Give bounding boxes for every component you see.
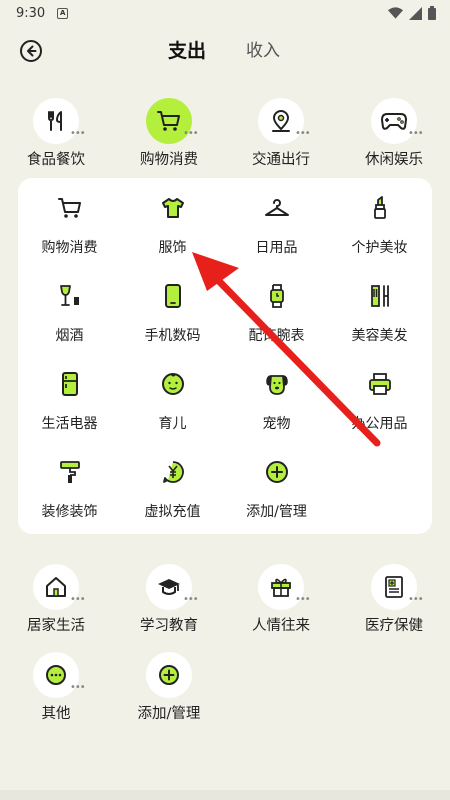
category-food[interactable]: ••• 食品餐饮 bbox=[0, 98, 112, 178]
subcategory-label: 美容美发 bbox=[351, 328, 408, 344]
category-leisure[interactable]: ••• 休闲娱乐 bbox=[338, 98, 450, 178]
back-arrow-icon bbox=[20, 40, 42, 62]
more-dots: ••• bbox=[183, 594, 199, 605]
subcategory-label: 服饰 bbox=[158, 240, 187, 256]
subcategory-item[interactable]: 日用品 bbox=[225, 178, 328, 266]
more-dots: ••• bbox=[408, 128, 424, 139]
subcategory-item[interactable]: 育儿 bbox=[121, 354, 224, 442]
subcategory-panel: 购物消费 服饰 日用品 个护美妆 烟酒 手机数码 配饰腕表 美容美发 生活电器 … bbox=[18, 178, 432, 534]
category-education[interactable]: ••• 学习教育 bbox=[113, 564, 225, 644]
category-label: 其他 bbox=[41, 706, 71, 722]
subcategory-label: 手机数码 bbox=[144, 328, 201, 344]
subcategory-label: 日用品 bbox=[255, 240, 298, 256]
comb-icon bbox=[371, 285, 389, 307]
category-social[interactable]: ••• 人情往来 bbox=[225, 564, 337, 644]
subcategory-item[interactable]: 虚拟充值 bbox=[121, 442, 224, 530]
category-label: 学习教育 bbox=[140, 618, 198, 634]
subcategory-item[interactable]: 烟酒 bbox=[18, 266, 121, 354]
subcategory-add-manage[interactable]: 添加/管理 bbox=[225, 442, 328, 530]
subcategory-label: 烟酒 bbox=[55, 328, 84, 344]
more-dots: ••• bbox=[70, 594, 86, 605]
printer-icon bbox=[369, 373, 391, 395]
house-icon bbox=[46, 577, 66, 597]
subcategory-item[interactable]: 购物消费 bbox=[18, 178, 121, 266]
subcategory-item[interactable]: 办公用品 bbox=[328, 354, 431, 442]
more-dots: ••• bbox=[295, 128, 311, 139]
subcategory-label: 装修装饰 bbox=[41, 504, 98, 520]
more-dots: ••• bbox=[183, 128, 199, 139]
category-label: 人情往来 bbox=[252, 618, 310, 634]
medical-record-icon bbox=[385, 576, 403, 598]
more-icon bbox=[46, 665, 66, 685]
location-icon bbox=[272, 110, 290, 132]
lipstick-icon bbox=[374, 196, 386, 219]
more-dots: ••• bbox=[70, 682, 86, 693]
category-label: 医疗保健 bbox=[365, 618, 423, 634]
category-label: 购物消费 bbox=[140, 152, 198, 168]
status-time: 9:30 bbox=[16, 5, 46, 21]
category-transport[interactable]: ••• 交通出行 bbox=[225, 98, 337, 178]
back-button[interactable] bbox=[18, 38, 44, 64]
dog-icon bbox=[266, 375, 288, 395]
category-label: 食品餐饮 bbox=[27, 152, 85, 168]
subcategory-label: 配饰腕表 bbox=[248, 328, 305, 344]
cart-icon bbox=[58, 198, 81, 218]
fridge-icon bbox=[62, 372, 78, 396]
hanger-icon bbox=[265, 199, 289, 216]
tshirt-icon bbox=[162, 198, 184, 218]
battery-icon bbox=[428, 6, 436, 20]
more-dots: ••• bbox=[408, 594, 424, 605]
subcategory-label: 宠物 bbox=[262, 416, 291, 432]
subcategory-item[interactable]: 美容美发 bbox=[328, 266, 431, 354]
subcategory-label: 办公用品 bbox=[351, 416, 408, 432]
paint-roller-icon bbox=[60, 461, 80, 483]
signal-icon bbox=[409, 6, 422, 20]
category-home[interactable]: ••• 居家生活 bbox=[0, 564, 112, 644]
subcategory-item[interactable]: 个护美妆 bbox=[328, 178, 431, 266]
header: 支出 收入 bbox=[0, 30, 450, 74]
category-shopping[interactable]: ••• 购物消费 bbox=[113, 98, 225, 178]
subcategory-item[interactable]: 宠物 bbox=[225, 354, 328, 442]
plus-circle-icon bbox=[159, 665, 179, 685]
category-label: 居家生活 bbox=[27, 618, 85, 634]
subcategory-item[interactable]: 手机数码 bbox=[121, 266, 224, 354]
category-other[interactable]: ••• 其他 bbox=[0, 652, 112, 732]
tab-income[interactable]: 收入 bbox=[246, 38, 280, 64]
status-bar: 9:30 A bbox=[0, 0, 450, 26]
utensils-icon bbox=[48, 111, 62, 131]
watch-icon bbox=[270, 284, 284, 308]
gamepad-icon bbox=[381, 113, 407, 130]
subcategory-label: 育儿 bbox=[158, 416, 187, 432]
category-label: 交通出行 bbox=[252, 152, 310, 168]
wine-icon bbox=[60, 285, 79, 306]
tab-expense[interactable]: 支出 bbox=[168, 38, 206, 64]
category-icon-circle bbox=[146, 652, 192, 698]
bottom-bar bbox=[0, 790, 450, 800]
notification-icon: A bbox=[57, 7, 69, 19]
subcategory-item[interactable]: 服饰 bbox=[121, 178, 224, 266]
category-label: 添加/管理 bbox=[137, 706, 201, 722]
plus-circle-icon bbox=[266, 461, 288, 483]
phone-icon bbox=[165, 284, 181, 308]
subcategory-item[interactable]: 生活电器 bbox=[18, 354, 121, 442]
yen-coin-icon bbox=[163, 461, 184, 483]
category-medical[interactable]: ••• 医疗保健 bbox=[338, 564, 450, 644]
subcategory-label: 个护美妆 bbox=[351, 240, 408, 256]
gift-icon bbox=[271, 578, 291, 597]
baby-icon bbox=[162, 373, 184, 395]
subcategory-label: 虚拟充值 bbox=[144, 504, 201, 520]
subcategory-item[interactable]: 装修装饰 bbox=[18, 442, 121, 530]
more-dots: ••• bbox=[70, 128, 86, 139]
cart-icon bbox=[157, 111, 180, 131]
category-label: 休闲娱乐 bbox=[365, 152, 423, 168]
wifi-icon bbox=[388, 6, 403, 19]
subcategory-label: 购物消费 bbox=[41, 240, 98, 256]
subcategory-label: 添加/管理 bbox=[246, 504, 307, 520]
subcategory-item[interactable]: 配饰腕表 bbox=[225, 266, 328, 354]
subcategory-label: 生活电器 bbox=[41, 416, 98, 432]
category-add-manage[interactable]: 添加/管理 bbox=[113, 652, 225, 732]
more-dots: ••• bbox=[295, 594, 311, 605]
graduation-cap-icon bbox=[158, 579, 180, 595]
